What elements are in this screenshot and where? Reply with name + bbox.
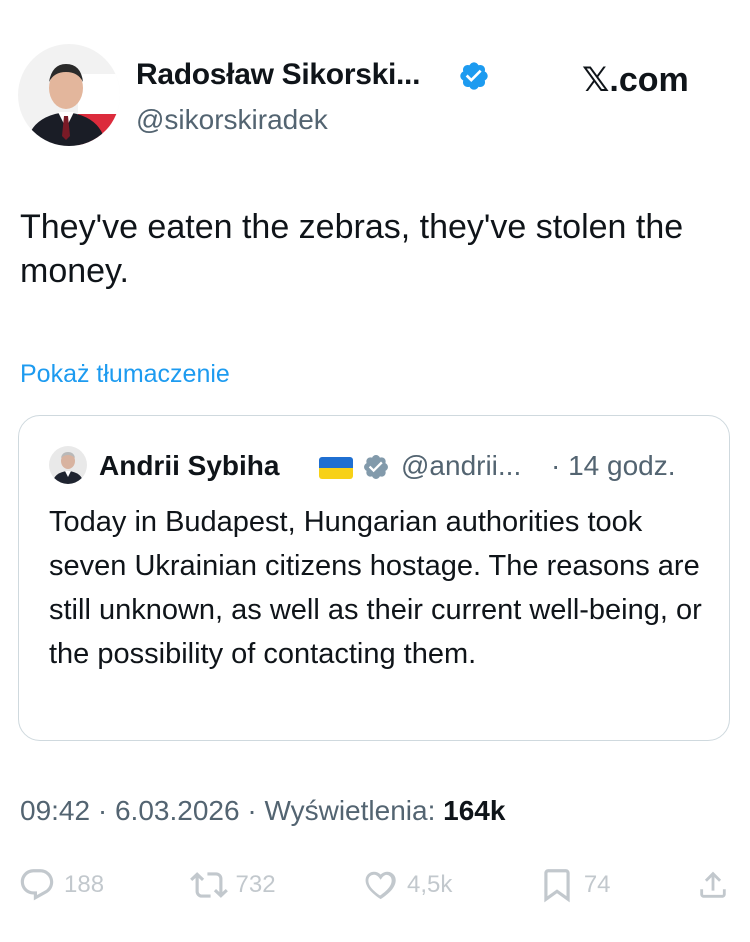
heart-icon bbox=[365, 871, 396, 900]
quoted-tweet-text: Today in Budapest, Hungarian authorities… bbox=[49, 506, 702, 670]
bookmark-icon bbox=[544, 869, 570, 903]
repost-button[interactable]: 732 bbox=[189, 866, 276, 904]
tweet-meta: 09:42 · 6.03.2026 · Wyświetlenia: 164k bbox=[20, 795, 505, 827]
share-icon bbox=[700, 871, 726, 898]
views-count: 164k bbox=[443, 795, 506, 826]
action-bar: 188 732 4,5k 74 bbox=[18, 862, 730, 908]
reply-count: 188 bbox=[64, 871, 105, 898]
repost-icon bbox=[189, 872, 228, 898]
reply-button[interactable]: 188 bbox=[18, 866, 104, 904]
quoted-tweet[interactable]: Andrii Sybiha @andrii... · 14 godz. Toda… bbox=[18, 415, 730, 741]
author-handle[interactable]: @sikorskiradek bbox=[136, 104, 328, 136]
meta-separator: · bbox=[97, 795, 115, 826]
share-button[interactable] bbox=[696, 868, 730, 902]
ukraine-flag-icon bbox=[319, 457, 353, 479]
like-button[interactable]: 4,5k bbox=[361, 866, 452, 904]
tweet-text: They've eaten the zebras, they've stolen… bbox=[20, 208, 684, 290]
verified-badge-icon bbox=[458, 60, 490, 92]
author-name[interactable]: Radosław Sikorski... bbox=[136, 58, 420, 92]
meta-separator: · bbox=[247, 795, 265, 826]
tweet-date[interactable]: 6.03.2026 bbox=[115, 795, 240, 826]
views-label: Wyświetlenia: bbox=[264, 795, 436, 826]
quoted-author-name[interactable]: Andrii Sybiha bbox=[99, 450, 279, 482]
x-logo: 𝕏.com bbox=[582, 61, 689, 99]
quoted-verified-badge-icon bbox=[362, 453, 390, 481]
repost-count: 732 bbox=[235, 871, 276, 898]
quoted-author-handle[interactable]: @andrii... bbox=[401, 450, 521, 482]
bookmark-button[interactable]: 74 bbox=[538, 866, 611, 904]
bookmark-count: 74 bbox=[583, 871, 611, 898]
quoted-timestamp[interactable]: · 14 godz. bbox=[551, 450, 676, 482]
like-count: 4,5k bbox=[407, 871, 453, 898]
quoted-author-avatar[interactable] bbox=[49, 446, 87, 484]
author-avatar[interactable] bbox=[18, 44, 120, 146]
reply-icon bbox=[20, 869, 54, 901]
translate-link[interactable]: Pokaż tłumaczenie bbox=[20, 360, 230, 389]
tweet-time[interactable]: 09:42 bbox=[20, 795, 90, 826]
